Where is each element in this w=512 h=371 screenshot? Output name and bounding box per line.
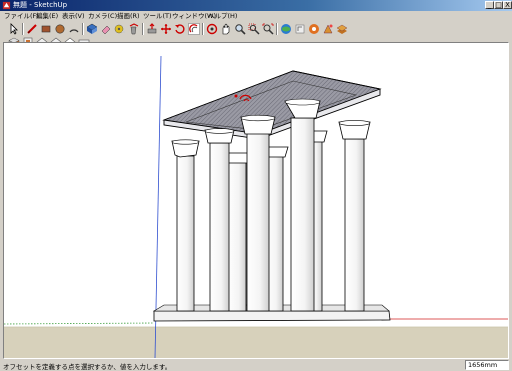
measurement-input[interactable]: 1656mm xyxy=(465,360,509,370)
separator xyxy=(82,23,84,35)
status-bar: オフセットを定義する点を選択するか、値を入力します。 距離 1656mm xyxy=(0,359,512,371)
menu-draw[interactable]: 描画(R) xyxy=(117,11,140,22)
title-bar: 無題 - SketchUp _ □ X xyxy=(0,0,512,11)
main-toolbar xyxy=(0,22,512,36)
close-button[interactable]: X xyxy=(503,1,512,9)
line-icon[interactable] xyxy=(26,23,38,35)
menu-view[interactable]: 表示(V) xyxy=(62,11,85,22)
eraser-icon[interactable] xyxy=(100,23,112,35)
move-icon[interactable] xyxy=(160,23,172,35)
share-model-icon[interactable] xyxy=(294,23,306,35)
paint-bucket-icon[interactable] xyxy=(128,23,140,35)
green-axis-dotted xyxy=(4,322,155,325)
menu-bar: ファイル(F) 編集(E) 表示(V) カメラ(C) 描画(R) ツール(T) … xyxy=(0,11,512,22)
drawing-viewport[interactable] xyxy=(3,42,509,359)
menu-edit[interactable]: 編集(E) xyxy=(36,11,58,22)
column xyxy=(171,139,200,312)
sketchup-icon xyxy=(2,1,11,10)
minimize-button[interactable]: _ xyxy=(485,1,494,9)
column xyxy=(338,120,371,312)
zoom-window-icon[interactable] xyxy=(248,23,260,35)
menu-file[interactable]: ファイル(F) xyxy=(4,11,39,22)
menu-camera[interactable]: カメラ(C) xyxy=(88,11,117,22)
rotate-icon[interactable] xyxy=(174,23,186,35)
share-component-icon[interactable] xyxy=(308,23,320,35)
maximize-button[interactable]: □ xyxy=(494,1,503,9)
orbit-icon[interactable] xyxy=(206,23,218,35)
menu-help[interactable]: ヘルプ(H) xyxy=(208,11,237,22)
get-models-icon[interactable] xyxy=(280,23,292,35)
zoom-extents-icon[interactable] xyxy=(262,23,274,35)
arc-icon[interactable] xyxy=(68,23,80,35)
separator xyxy=(142,23,144,35)
make-component-icon[interactable] xyxy=(86,23,98,35)
separator xyxy=(22,23,24,35)
tape-measure-icon[interactable] xyxy=(114,23,126,35)
ground-plane xyxy=(4,327,508,358)
menu-tools[interactable]: ツール(T) xyxy=(143,11,172,22)
offset-icon[interactable] xyxy=(188,23,200,35)
select-icon[interactable] xyxy=(8,23,20,35)
model-canvas[interactable] xyxy=(4,43,508,358)
separator xyxy=(202,23,204,35)
photo-textures-icon[interactable] xyxy=(322,23,334,35)
separator xyxy=(276,23,278,35)
window-title: 無題 - SketchUp xyxy=(13,1,68,9)
layers-icon[interactable] xyxy=(336,23,348,35)
circle-icon[interactable] xyxy=(54,23,66,35)
push-pull-icon[interactable] xyxy=(146,23,158,35)
rectangle-icon[interactable] xyxy=(40,23,52,35)
zoom-icon[interactable] xyxy=(234,23,246,35)
pan-icon[interactable] xyxy=(220,23,232,35)
status-hint: オフセットを定義する点を選択するか、値を入力します。 xyxy=(3,363,172,371)
